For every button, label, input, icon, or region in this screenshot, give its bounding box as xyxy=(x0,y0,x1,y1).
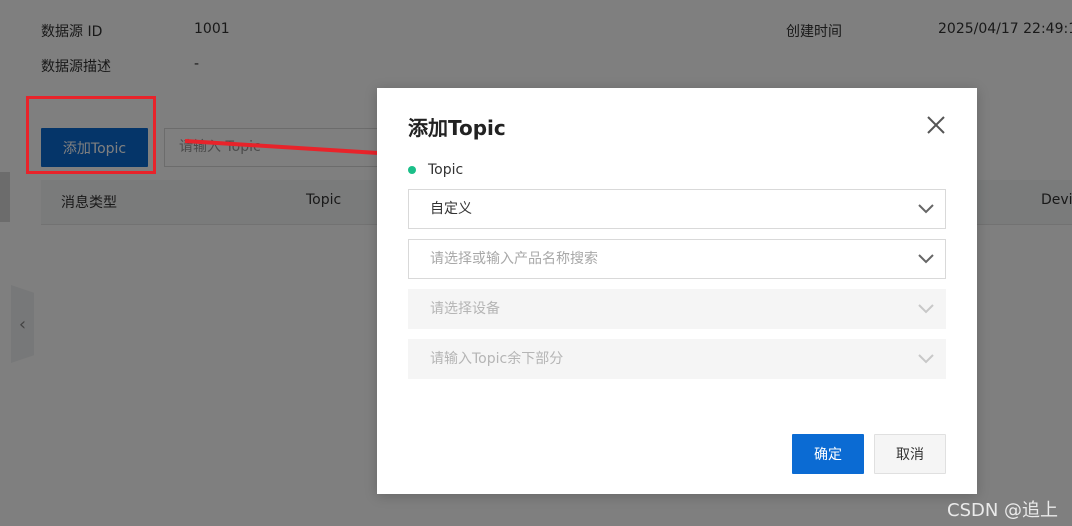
close-button[interactable] xyxy=(924,113,948,137)
cancel-button[interactable]: 取消 xyxy=(874,434,946,474)
device-select[interactable]: 请选择设备 xyxy=(408,289,946,329)
close-icon xyxy=(927,116,945,134)
required-dot-icon xyxy=(408,166,416,174)
topic-rest-placeholder: 请输入Topic余下部分 xyxy=(430,351,564,367)
product-select[interactable]: 请选择或输入产品名称搜索 xyxy=(408,239,946,279)
chevron-down-icon xyxy=(918,254,934,264)
device-select-placeholder: 请选择设备 xyxy=(430,301,500,317)
topic-rest-select[interactable]: 请输入Topic余下部分 xyxy=(408,339,946,379)
annotation-highlight-box xyxy=(26,96,156,174)
watermark: CSDN @追上 xyxy=(947,500,1059,521)
chevron-down-icon xyxy=(918,354,934,364)
topic-field-label-text: Topic xyxy=(428,162,464,178)
chevron-down-icon xyxy=(918,204,934,214)
add-topic-dialog: 添加Topic Topic 自定义 请选择或输入产品名称搜索 请选择设备 请输入… xyxy=(377,88,977,494)
chevron-down-icon xyxy=(918,304,934,314)
confirm-button[interactable]: 确定 xyxy=(792,434,864,474)
topic-type-value: 自定义 xyxy=(430,201,472,217)
topic-field-label: Topic xyxy=(408,162,463,178)
dialog-title: 添加Topic xyxy=(408,116,506,140)
product-select-placeholder: 请选择或输入产品名称搜索 xyxy=(430,251,598,267)
topic-type-select[interactable]: 自定义 xyxy=(408,189,946,229)
